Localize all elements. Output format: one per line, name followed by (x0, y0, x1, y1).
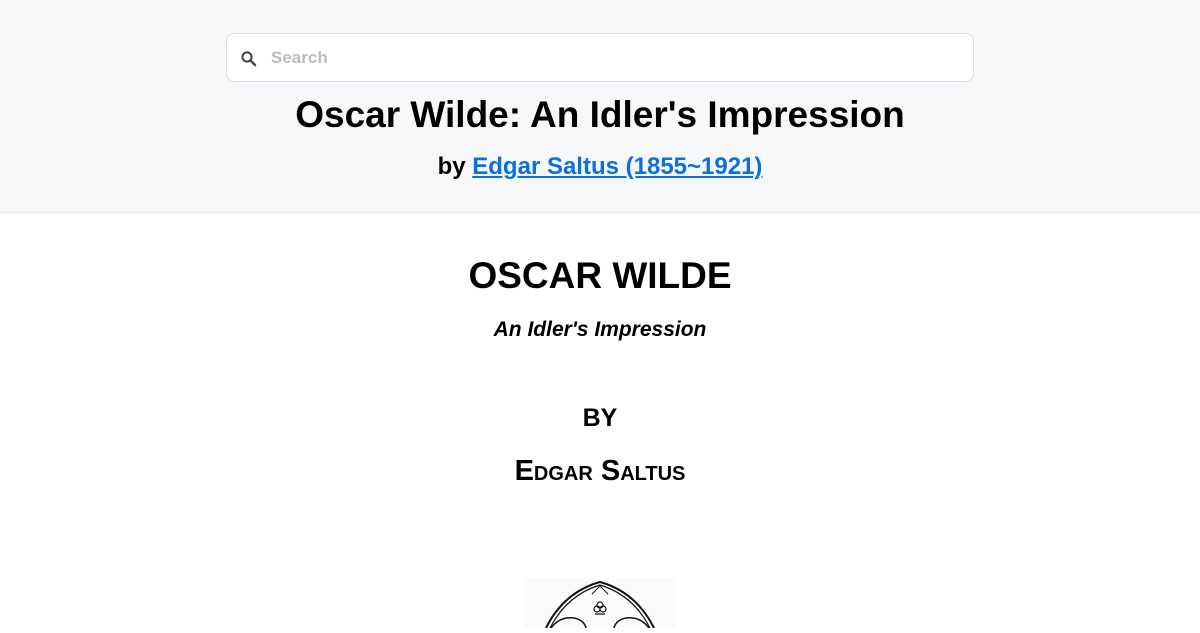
page-title: Oscar Wilde: An Idler's Impression (295, 94, 905, 135)
search-box[interactable] (226, 33, 974, 82)
byline: by Edgar Saltus (1855~1921) (0, 152, 1200, 182)
content-subtitle: An Idler's Impression (493, 318, 707, 341)
search-icon (240, 50, 258, 68)
author-link[interactable]: Edgar Saltus (1855~1921) (472, 153, 762, 180)
content-by: BY (582, 404, 618, 432)
byline-prefix: by (437, 153, 473, 180)
content-author: Edgar Saltus (514, 455, 686, 487)
content-title: OSCAR WILDE (468, 255, 732, 296)
header: Oscar Wilde: An Idler's Impression by Ed… (0, 0, 1200, 213)
search-input[interactable] (271, 34, 961, 81)
publisher-emblem-icon (524, 578, 676, 629)
